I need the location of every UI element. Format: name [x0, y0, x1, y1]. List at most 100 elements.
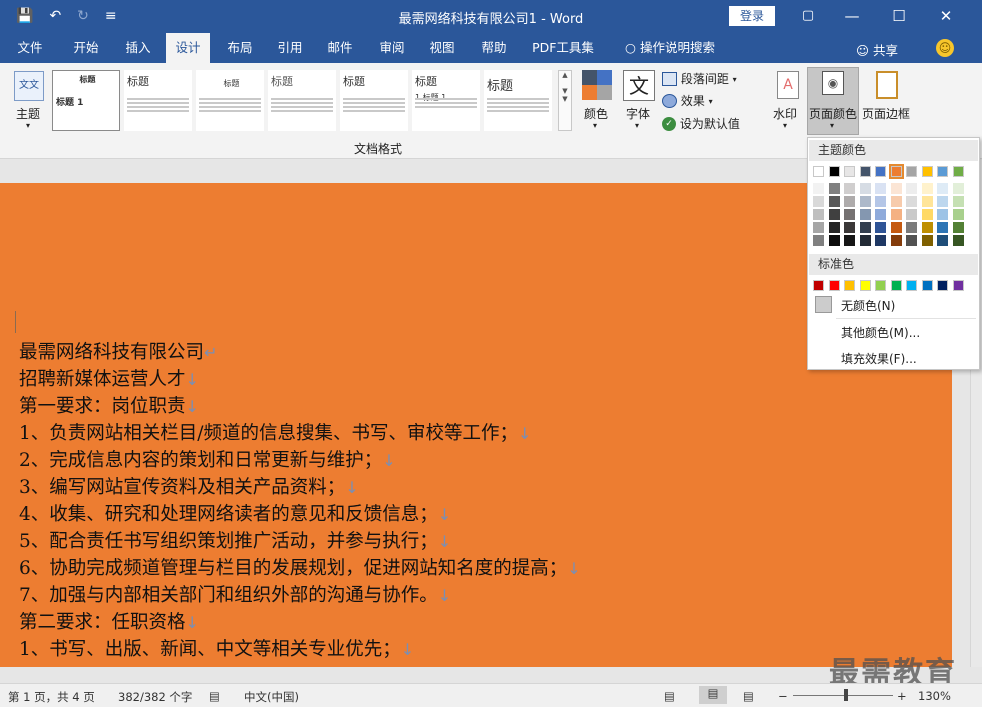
theme-color-swatch[interactable] — [888, 164, 904, 179]
theme-shade-swatch[interactable] — [813, 222, 824, 233]
theme-shade-swatch[interactable] — [859, 196, 871, 207]
theme-shade-swatch[interactable] — [844, 235, 855, 246]
close-button[interactable]: ✕ — [931, 5, 961, 27]
standard-color-swatch[interactable] — [952, 280, 964, 291]
minimize-button[interactable]: — — [837, 5, 867, 27]
theme-shade-swatch[interactable] — [859, 209, 871, 220]
theme-shade-swatch[interactable] — [921, 196, 933, 207]
tab-file[interactable]: 文件 — [10, 33, 50, 63]
page-color-button[interactable]: ◉ 页面颜色 ▾ — [807, 67, 859, 135]
tab-design[interactable]: 设计 — [166, 33, 210, 63]
standard-color-swatch[interactable] — [937, 280, 948, 291]
tab-insert[interactable]: 插入 — [116, 33, 160, 63]
zoom-level[interactable]: 130% — [918, 689, 951, 703]
watermark-button[interactable]: A 水印 ▾ — [770, 69, 804, 133]
theme-shade-swatch[interactable] — [952, 209, 964, 220]
theme-color-swatch[interactable] — [813, 166, 824, 177]
theme-shade-swatch[interactable] — [813, 196, 824, 207]
paragraph-spacing-button[interactable]: 段落间距 ▾ — [662, 70, 742, 88]
theme-shade-swatch[interactable] — [859, 183, 871, 194]
language[interactable]: 中文(中国) — [244, 689, 299, 705]
theme-shade-swatch[interactable] — [937, 235, 948, 246]
theme-shade-swatch[interactable] — [921, 222, 933, 233]
fonts-button[interactable]: 文 字体 ▾ — [622, 69, 656, 133]
tab-home[interactable]: 开始 — [64, 33, 108, 63]
theme-shade-swatch[interactable] — [890, 209, 902, 220]
theme-color-swatch[interactable] — [875, 166, 886, 177]
theme-shade-swatch[interactable] — [937, 222, 948, 233]
theme-shade-swatch[interactable] — [875, 196, 886, 207]
tab-help[interactable]: 帮助 — [472, 33, 516, 63]
theme-shade-swatch[interactable] — [906, 209, 917, 220]
theme-shade-swatch[interactable] — [937, 183, 948, 194]
theme-shade-swatch[interactable] — [875, 222, 886, 233]
standard-color-swatch[interactable] — [890, 280, 902, 291]
effects-button[interactable]: 效果 ▾ — [662, 92, 732, 110]
theme-color-swatch[interactable] — [937, 166, 948, 177]
maximize-button[interactable]: ☐ — [884, 5, 914, 27]
theme-color-swatch[interactable] — [921, 166, 933, 177]
no-color-option[interactable]: 无颜色(N) — [812, 295, 977, 315]
theme-shade-swatch[interactable] — [828, 235, 840, 246]
tab-references[interactable]: 引用 — [268, 33, 312, 63]
tab-layout[interactable]: 布局 — [218, 33, 262, 63]
theme-shade-swatch[interactable] — [937, 209, 948, 220]
standard-color-swatch[interactable] — [813, 280, 824, 291]
theme-shade-swatch[interactable] — [921, 235, 933, 246]
theme-shade-swatch[interactable] — [906, 196, 917, 207]
theme-shade-swatch[interactable] — [828, 222, 840, 233]
theme-shade-swatch[interactable] — [952, 183, 964, 194]
theme-shade-swatch[interactable] — [859, 235, 871, 246]
tab-mailings[interactable]: 邮件 — [318, 33, 362, 63]
theme-shade-swatch[interactable] — [828, 196, 840, 207]
standard-color-swatch[interactable] — [921, 280, 933, 291]
theme-shade-swatch[interactable] — [875, 235, 886, 246]
theme-shade-swatch[interactable] — [952, 235, 964, 246]
style-set-gallery[interactable]: 标题 标题 1 标题 标题 标题 标题 标题 1 标题 1 标题 — [52, 70, 557, 133]
word-count[interactable]: 382/382 个字 — [118, 689, 192, 705]
theme-color-swatch[interactable] — [952, 166, 964, 177]
theme-shade-swatch[interactable] — [906, 183, 917, 194]
theme-shade-swatch[interactable] — [937, 196, 948, 207]
fill-effects-option[interactable]: 填充效果(F)... — [841, 350, 917, 367]
theme-shade-swatch[interactable] — [813, 235, 824, 246]
standard-color-swatch[interactable] — [875, 280, 886, 291]
theme-shade-swatch[interactable] — [844, 196, 855, 207]
theme-shade-swatch[interactable] — [875, 183, 886, 194]
proofing-icon[interactable]: ▤ — [209, 689, 220, 703]
style-set-item[interactable]: 标题 — [196, 70, 264, 131]
tell-me-search[interactable]: ○ 操作说明搜索 — [618, 33, 722, 63]
theme-color-swatch[interactable] — [828, 166, 840, 177]
page-borders-button[interactable]: 页面边框 — [862, 69, 914, 133]
web-layout-icon[interactable]: ▤ — [743, 689, 754, 703]
ribbon-display-options-icon[interactable]: ▢ — [793, 5, 823, 27]
theme-shade-swatch[interactable] — [813, 209, 824, 220]
set-as-default-button[interactable]: ✓ 设为默认值 — [662, 115, 752, 133]
tab-pdf-tools[interactable]: PDF工具集 — [526, 33, 600, 63]
theme-shade-swatch[interactable] — [952, 222, 964, 233]
tab-review[interactable]: 审阅 — [370, 33, 414, 63]
page-count[interactable]: 第 1 页，共 4 页 — [8, 689, 95, 705]
style-set-item[interactable]: 标题 — [268, 70, 336, 131]
theme-shade-swatch[interactable] — [890, 196, 902, 207]
theme-shade-swatch[interactable] — [875, 209, 886, 220]
theme-shade-swatch[interactable] — [890, 222, 902, 233]
zoom-slider[interactable] — [793, 689, 893, 701]
gallery-scroll[interactable]: ▲ ▼ ▼ — [558, 70, 572, 131]
theme-shade-swatch[interactable] — [859, 222, 871, 233]
read-mode-icon[interactable]: ▤ — [664, 689, 675, 703]
standard-color-swatch[interactable] — [906, 280, 917, 291]
standard-color-swatch[interactable] — [828, 280, 840, 291]
theme-color-swatch[interactable] — [859, 166, 871, 177]
share-button[interactable]: ☺ 共享 — [856, 40, 898, 59]
theme-shade-swatch[interactable] — [906, 235, 917, 246]
standard-color-swatch[interactable] — [844, 280, 855, 291]
zoom-out-button[interactable]: − — [778, 689, 788, 703]
theme-shade-swatch[interactable] — [813, 183, 824, 194]
theme-shade-swatch[interactable] — [844, 183, 855, 194]
theme-color-swatch[interactable] — [844, 166, 855, 177]
theme-shade-swatch[interactable] — [890, 235, 902, 246]
style-set-item[interactable]: 标题 1 标题 1 — [412, 70, 480, 131]
theme-shade-swatch[interactable] — [828, 183, 840, 194]
theme-shade-swatch[interactable] — [890, 183, 902, 194]
